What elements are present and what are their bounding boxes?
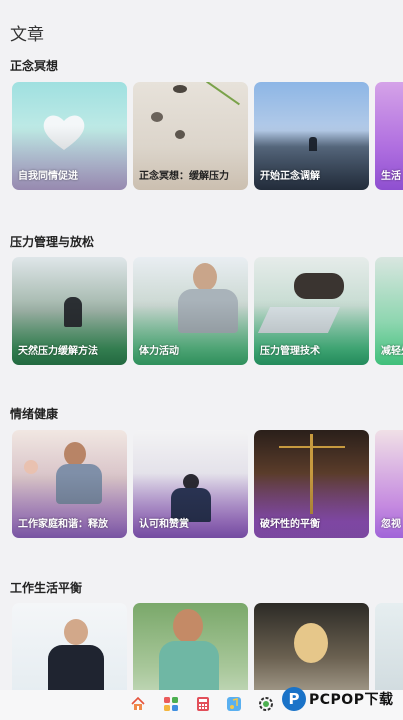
article-card[interactable]: 开始正念调解 [254,82,369,190]
article-card[interactable]: 忽视 [375,430,403,538]
brand-watermark: P PCPOP下载 [282,684,393,714]
apps-icon[interactable] [163,696,179,712]
article-card-title: 工作家庭和谐：释放 [18,519,108,530]
article-card[interactable]: 天然压力缓解方法 [12,257,127,365]
article-card[interactable]: 工作家庭和谐：释放 [12,430,127,538]
article-card-title: 开始正念调解 [260,171,320,182]
article-card[interactable]: 破坏性的平衡 [254,430,369,538]
settings-icon[interactable] [258,696,274,712]
section-title-stress: 压力管理与放松 [10,235,95,249]
article-card-title: 破坏性的平衡 [260,519,320,530]
card-row-mindfulness: 自我同情促进 正念冥想：缓解压力 开始正念调解 生活 [12,82,403,190]
music-icon[interactable] [226,696,242,712]
article-card-title: 体力活动 [139,346,179,357]
article-card-title: 自我同情促进 [18,171,78,182]
article-card[interactable] [375,603,403,693]
card-row-emotional: 工作家庭和谐：释放 认可和赞赏 破坏性的平衡 忽视 [12,430,403,538]
brand-logo: P [282,687,306,711]
page-title: 文章 [10,25,44,45]
article-card[interactable] [133,603,248,693]
article-card-title: 生活 [381,171,401,182]
card-row-stress: 天然压力缓解方法 体力活动 压力管理技术 减轻处 [12,257,403,365]
card-row-worklife [12,603,403,693]
article-card[interactable]: 正念冥想：缓解压力 [133,82,248,190]
article-card[interactable]: 体力活动 [133,257,248,365]
section-title-emotional: 情绪健康 [10,407,59,421]
home-icon[interactable] [130,696,146,712]
article-card[interactable]: 认可和赞赏 [133,430,248,538]
article-card-title: 认可和赞赏 [139,519,189,530]
article-card[interactable]: 减轻处 [375,257,403,365]
article-card-title: 忽视 [381,519,401,530]
article-card-title: 压力管理技术 [260,346,320,357]
article-card[interactable]: 生活 [375,82,403,190]
article-card-title: 天然压力缓解方法 [18,346,98,357]
article-card-title: 减轻处 [381,346,403,357]
article-card[interactable] [254,603,369,693]
article-card[interactable]: 自我同情促进 [12,82,127,190]
section-title-worklife: 工作生活平衡 [10,581,83,595]
article-card[interactable]: 压力管理技术 [254,257,369,365]
brand-text: PCPOP下载 [309,692,394,708]
section-title-mindfulness: 正念冥想 [10,59,59,73]
calculator-icon[interactable] [195,696,211,712]
article-card[interactable] [12,603,127,693]
article-card-title: 正念冥想：缓解压力 [139,171,229,182]
